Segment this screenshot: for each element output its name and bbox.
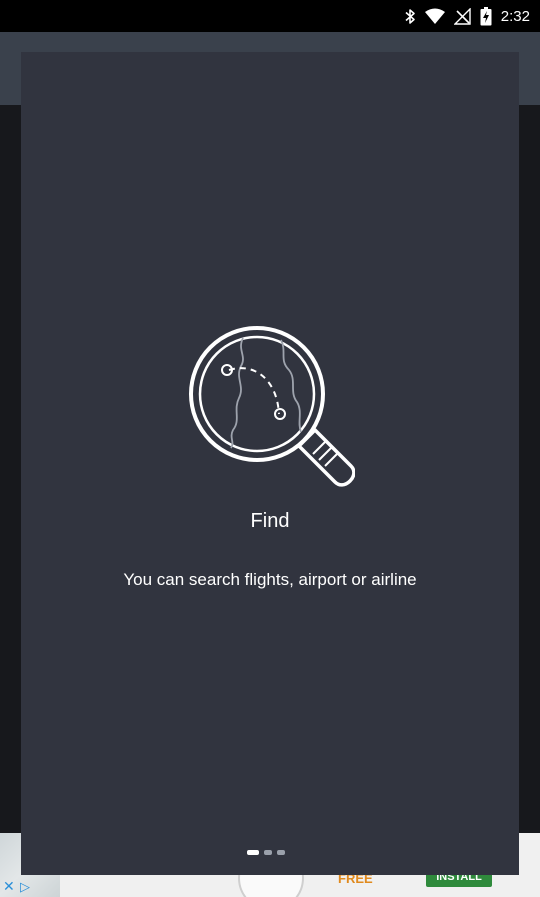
wifi-icon — [424, 8, 445, 24]
onboarding-title: Find — [21, 510, 519, 533]
ad-choices-icon[interactable]: ▷ — [20, 879, 30, 895]
page-dot-3[interactable] — [277, 849, 285, 855]
page-dot-2[interactable] — [264, 849, 272, 855]
onboarding-dialog[interactable]: Find You can search flights, airport or … — [21, 52, 519, 875]
page-dot-1[interactable] — [247, 849, 259, 855]
page-indicator[interactable] — [247, 846, 285, 858]
onboarding-subtitle: You can search flights, airport or airli… — [123, 570, 417, 589]
ad-close-icon[interactable]: ✕ — [3, 878, 15, 895]
magnifier-map-icon — [189, 326, 355, 487]
signal-icon — [453, 7, 471, 25]
status-bar: 2:32 — [0, 0, 540, 32]
clock: 2:32 — [500, 7, 530, 25]
battery-charging-icon — [480, 6, 492, 25]
status-icons: 2:32 — [404, 0, 530, 32]
bluetooth-icon — [405, 8, 415, 24]
onboarding-title-text: Find — [250, 510, 290, 532]
